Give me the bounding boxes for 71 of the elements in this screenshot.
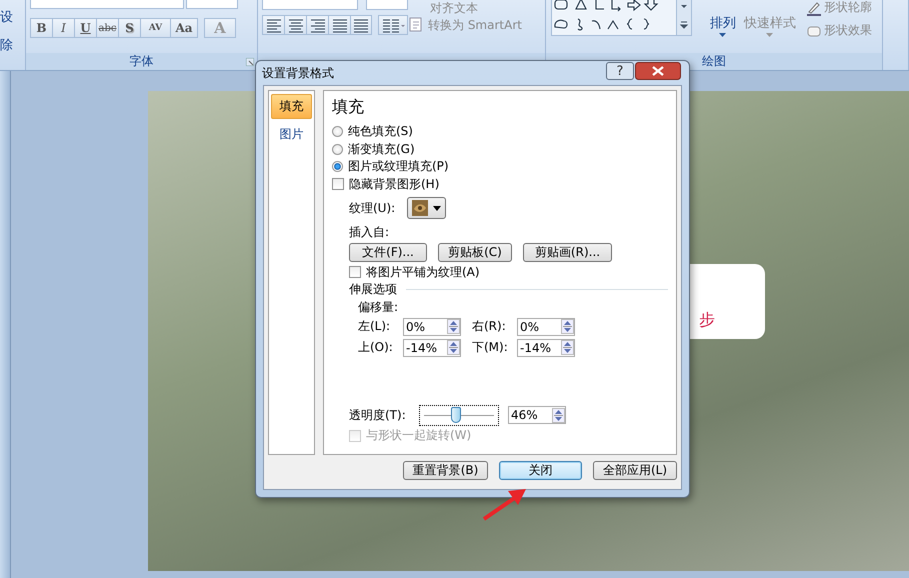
section-heading: 填充: [332, 97, 365, 118]
dialog-button[interactable]: 全部应用(L): [593, 461, 677, 480]
checkbox[interactable]: [349, 266, 361, 278]
help-button[interactable]: ?: [606, 62, 634, 80]
radio-button[interactable]: [332, 144, 343, 155]
slide-text: 步: [699, 310, 715, 331]
insert-button[interactable]: 文件(F)...: [349, 243, 427, 262]
checkbox[interactable]: [332, 178, 344, 190]
caret-icon: [766, 32, 774, 38]
caret-icon: [433, 206, 442, 210]
columns-icon[interactable]: [380, 16, 406, 34]
radio-label: 渐变填充(G): [348, 140, 415, 158]
spin-arrows-icon[interactable]: [447, 340, 460, 355]
format-button[interactable]: U: [74, 18, 96, 38]
field-label: 透明度(T):: [349, 406, 407, 424]
dialog-button[interactable]: 关闭: [499, 461, 582, 480]
font-name-field[interactable]: [30, 0, 184, 9]
field-label: 纹理(U):: [349, 200, 396, 216]
transparency-slider[interactable]: [419, 404, 499, 426]
format-button[interactable]: I: [52, 18, 74, 38]
spin-arrows-icon[interactable]: [561, 340, 574, 355]
field-label: 插入自:: [349, 224, 390, 242]
group-heading: 伸展选项: [349, 281, 397, 298]
spin-arrows-icon[interactable]: [552, 408, 565, 422]
spin-arrows-icon[interactable]: [561, 319, 574, 334]
scroll-down-icon[interactable]: [677, 0, 691, 16]
field-label: 下(M):: [472, 339, 509, 356]
radio-button[interactable]: [332, 126, 343, 138]
dialog-title: 设置背景格式: [262, 64, 334, 82]
format-button[interactable]: AV: [140, 18, 170, 38]
dialog-button[interactable]: 重置背景(B): [403, 461, 488, 480]
ribbon-command[interactable]: 设: [0, 8, 13, 26]
format-button[interactable]: Aa: [170, 18, 198, 38]
texture-dropdown[interactable]: [407, 197, 446, 219]
checkbox-label: 隐藏背景图形(H): [349, 176, 440, 193]
caret-icon: [719, 32, 727, 38]
insert-button[interactable]: 剪贴板(C): [438, 243, 512, 262]
offset-field[interactable]: -14%: [517, 338, 575, 356]
field-label: 偏移量:: [358, 298, 398, 316]
close-icon[interactable]: [635, 62, 681, 80]
texture-swatch-icon: [412, 200, 428, 216]
radio-label: 纯色填充(S): [348, 123, 413, 140]
insert-button[interactable]: 剪贴画(R)...: [523, 243, 612, 262]
offset-field[interactable]: 0%: [517, 318, 575, 336]
slider-thumb[interactable]: [451, 406, 462, 422]
offset-field[interactable]: 0%: [403, 318, 461, 336]
field-label: 左(L):: [358, 318, 392, 335]
dialog-launcher-icon[interactable]: [246, 58, 254, 66]
checkbox-label: 将图片平铺为纹理(A): [366, 264, 480, 281]
group-label: 字体: [130, 53, 154, 70]
font-size-field[interactable]: [186, 0, 238, 9]
format-button[interactable]: abc: [96, 18, 118, 38]
arrange-button[interactable]: 排列: [710, 14, 736, 32]
distribute-icon[interactable]: [351, 16, 371, 34]
field-label: 上(O):: [358, 339, 394, 356]
annotation-arrow: [482, 489, 526, 521]
radio-button[interactable]: [332, 161, 343, 172]
pen-icon: [806, 0, 822, 16]
format-button[interactable]: S: [118, 18, 140, 38]
checkbox-label: 与形状一起旋转(W): [366, 427, 472, 444]
spin-arrows-icon[interactable]: [447, 319, 460, 334]
radio-label: 图片或纹理填充(P): [348, 158, 449, 176]
field-label: 右(R):: [472, 318, 507, 335]
more-shapes-icon[interactable]: [677, 16, 691, 35]
ribbon-command[interactable]: 除: [0, 36, 13, 54]
group-label: 绘图: [702, 53, 726, 70]
transparency-field[interactable]: 46%: [508, 406, 566, 424]
category-item[interactable]: 图片: [272, 123, 311, 146]
format-button[interactable]: B: [30, 18, 52, 38]
category-item[interactable]: 填充: [271, 94, 312, 119]
offset-field[interactable]: -14%: [403, 338, 461, 356]
